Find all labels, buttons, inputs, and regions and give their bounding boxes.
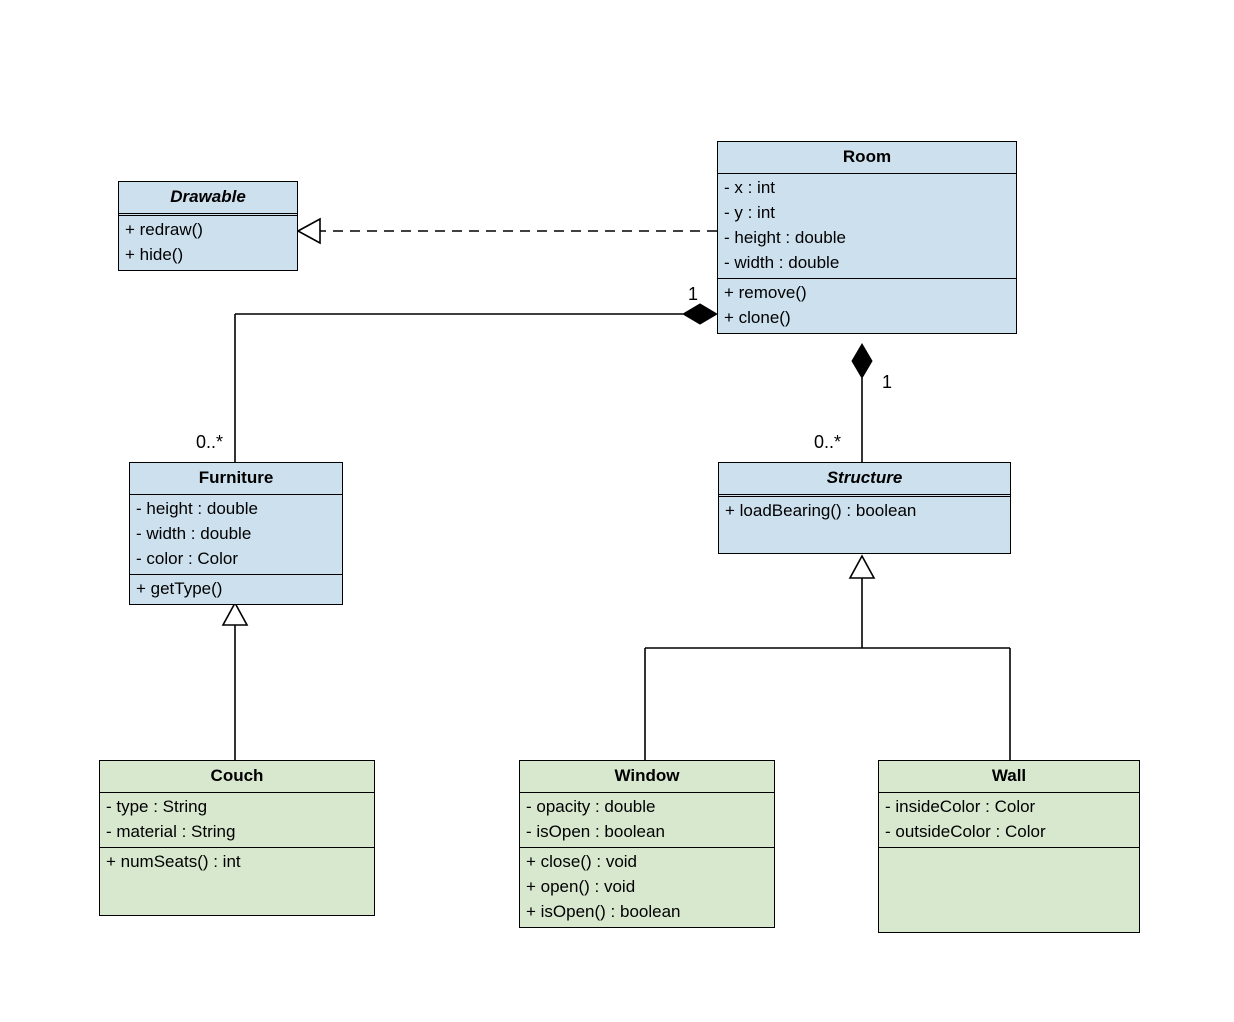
- op-row: + open() : void: [526, 875, 768, 900]
- composition-diamond-icon: [683, 304, 717, 324]
- attr-row: - color : Color: [136, 547, 336, 572]
- attr-row: - x : int: [724, 176, 1010, 201]
- class-title: Structure: [719, 463, 1010, 497]
- class-title: Couch: [100, 761, 374, 793]
- class-operations: + numSeats() : int: [100, 848, 374, 915]
- class-attributes: - opacity : double - isOpen : boolean: [520, 793, 774, 848]
- op-row: + numSeats() : int: [106, 850, 368, 875]
- class-room: Room - x : int - y : int - height : doub…: [717, 141, 1017, 334]
- class-drawable: Drawable + redraw() + hide(): [118, 181, 298, 271]
- class-couch: Couch - type : String - material : Strin…: [99, 760, 375, 916]
- op-row: + remove(): [724, 281, 1010, 306]
- class-structure: Structure + loadBearing() : boolean: [718, 462, 1011, 554]
- class-operations: + loadBearing() : boolean: [719, 497, 1010, 553]
- attr-row: - material : String: [106, 820, 368, 845]
- attr-row: - insideColor : Color: [885, 795, 1133, 820]
- class-wall: Wall - insideColor : Color - outsideColo…: [878, 760, 1140, 933]
- composition-diamond-icon: [852, 344, 872, 378]
- class-operations: + getType(): [130, 575, 342, 604]
- class-operations: + remove() + clone(): [718, 279, 1016, 333]
- attr-row: - width : double: [136, 522, 336, 547]
- op-row: + getType(): [136, 577, 336, 602]
- multiplicity-label: 0..*: [814, 432, 841, 453]
- multiplicity-label: 0..*: [196, 432, 223, 453]
- class-title: Furniture: [130, 463, 342, 495]
- class-attributes: - type : String - material : String: [100, 793, 374, 848]
- op-row: + redraw(): [125, 218, 291, 243]
- class-attributes: - insideColor : Color - outsideColor : C…: [879, 793, 1139, 848]
- attr-row: - isOpen : boolean: [526, 820, 768, 845]
- class-title: Drawable: [119, 182, 297, 216]
- class-attributes: - x : int - y : int - height : double - …: [718, 174, 1016, 279]
- class-furniture: Furniture - height : double - width : do…: [129, 462, 343, 605]
- class-attributes: - height : double - width : double - col…: [130, 495, 342, 575]
- class-window: Window - opacity : double - isOpen : boo…: [519, 760, 775, 928]
- op-row: + isOpen() : boolean: [526, 900, 768, 925]
- class-operations: + close() : void + open() : void + isOpe…: [520, 848, 774, 927]
- op-row: + hide(): [125, 243, 291, 268]
- attr-row: - outsideColor : Color: [885, 820, 1133, 845]
- class-title: Wall: [879, 761, 1139, 793]
- class-title: Window: [520, 761, 774, 793]
- attr-row: - height : double: [724, 226, 1010, 251]
- op-row: + clone(): [724, 306, 1010, 331]
- attr-row: - height : double: [136, 497, 336, 522]
- multiplicity-label: 1: [882, 372, 892, 393]
- class-title: Room: [718, 142, 1016, 174]
- class-operations: + redraw() + hide(): [119, 216, 297, 270]
- attr-row: - type : String: [106, 795, 368, 820]
- attr-row: - width : double: [724, 251, 1010, 276]
- generalization-arrowhead-icon: [850, 556, 874, 578]
- generalization-arrowhead-icon: [223, 603, 247, 625]
- attr-row: - opacity : double: [526, 795, 768, 820]
- attr-row: - y : int: [724, 201, 1010, 226]
- op-row: + close() : void: [526, 850, 768, 875]
- realization-arrowhead-icon: [298, 219, 320, 243]
- class-operations: [879, 848, 1139, 932]
- op-row: + loadBearing() : boolean: [725, 499, 1004, 524]
- multiplicity-label: 1: [688, 284, 698, 305]
